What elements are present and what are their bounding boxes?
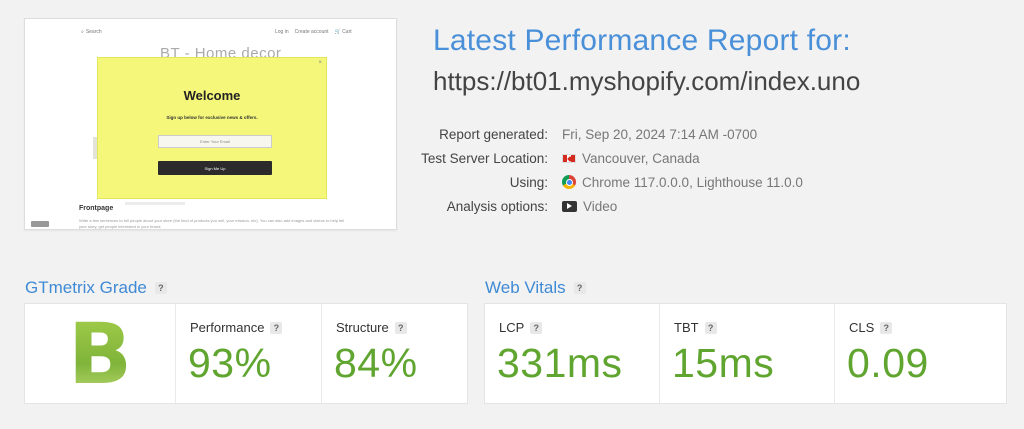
thumbnail-divider bbox=[125, 202, 185, 205]
help-icon[interactable]: ? bbox=[573, 282, 586, 294]
browser-version: Chrome 117.0.0.0, Lighthouse 11.0.0 bbox=[582, 174, 803, 190]
report-url[interactable]: https://bt01.myshopify.com/index.uno bbox=[433, 66, 860, 97]
help-icon[interactable]: ? bbox=[530, 321, 543, 334]
popup-email-input: Enter Your Email bbox=[158, 135, 272, 148]
performance-score: 93% bbox=[188, 340, 272, 386]
thumbnail-cart-label: Cart bbox=[342, 29, 352, 35]
metric-label: Performance ? bbox=[190, 320, 283, 335]
cls-cell: CLS ? 0.09 bbox=[834, 304, 1007, 403]
meta-value: Chrome 117.0.0.0, Lighthouse 11.0.0 bbox=[562, 175, 803, 190]
frontpage-text: Write a few sentences to tell people abo… bbox=[79, 218, 345, 229]
lcp-label: LCP bbox=[499, 320, 525, 335]
report-date: Fri, Sep 20, 2024 7:14 AM -0700 bbox=[562, 126, 758, 142]
popup-signup-button: Sign Me Up bbox=[158, 161, 272, 175]
thumbnail-login-link: Log in bbox=[275, 29, 289, 35]
lcp-value: 331ms bbox=[497, 340, 623, 386]
popup-subtitle: Sign up below for exclusive news & offer… bbox=[166, 115, 258, 120]
structure-cell: Structure ? 84% bbox=[321, 304, 468, 403]
metric-label: Structure ? bbox=[336, 320, 407, 335]
meta-row-location: Test Server Location: Vancouver, Canada bbox=[420, 146, 920, 170]
meta-key: Test Server Location: bbox=[421, 150, 548, 166]
performance-label: Performance bbox=[190, 320, 265, 335]
metric-label: LCP ? bbox=[499, 320, 543, 335]
cart-icon: 🛒 bbox=[334, 29, 341, 35]
gtmetrix-grade-card: B Performance ? 93% Structure ? 84% bbox=[24, 303, 468, 404]
section-title: Web Vitals bbox=[485, 278, 566, 297]
meta-row-generated: Report generated: Fri, Sep 20, 2024 7:14… bbox=[420, 122, 920, 146]
meta-value: Fri, Sep 20, 2024 7:14 AM -0700 bbox=[562, 127, 757, 142]
thumbnail-create-account-link: Create account bbox=[294, 29, 329, 35]
grade-letter: B bbox=[25, 304, 175, 403]
structure-score: 84% bbox=[334, 340, 418, 386]
gtmetrix-grade-heading: GTmetrix Grade ? bbox=[25, 278, 167, 298]
thumbnail-header: ⌕ Search Log in Create account 🛒 Cart bbox=[25, 27, 396, 37]
report-meta: Report generated: Fri, Sep 20, 2024 7:14… bbox=[420, 122, 920, 218]
page-screenshot-thumbnail[interactable]: ⌕ Search Log in Create account 🛒 Cart BT… bbox=[24, 18, 397, 230]
meta-key: Analysis options: bbox=[446, 198, 548, 214]
popup-title: Welcome bbox=[183, 88, 241, 103]
grade-cell: B bbox=[25, 304, 175, 403]
thumbnail-badge bbox=[31, 221, 49, 227]
meta-value: Vancouver, Canada bbox=[562, 151, 700, 166]
help-icon[interactable]: ? bbox=[704, 321, 717, 334]
meta-row-using: Using: Chrome 117.0.0.0, Lighthouse 11.0… bbox=[420, 170, 920, 194]
server-location: Vancouver, Canada bbox=[582, 150, 700, 166]
report-title: Latest Performance Report for: bbox=[433, 24, 851, 57]
close-icon: × bbox=[318, 60, 322, 66]
web-vitals-heading: Web Vitals ? bbox=[485, 278, 586, 298]
web-vitals-card: LCP ? 331ms TBT ? 15ms CLS ? 0.09 bbox=[484, 303, 1007, 404]
meta-key: Using: bbox=[509, 174, 548, 190]
search-icon: ⌕ bbox=[81, 29, 84, 35]
newsletter-popup: × Welcome Sign up below for exclusive ne… bbox=[97, 57, 327, 199]
meta-key: Report generated: bbox=[439, 126, 548, 142]
tbt-label: TBT bbox=[674, 320, 699, 335]
meta-row-analysis: Analysis options: Video bbox=[420, 194, 920, 218]
tbt-value: 15ms bbox=[672, 340, 775, 386]
help-icon[interactable]: ? bbox=[880, 321, 893, 334]
metric-label: CLS ? bbox=[849, 320, 893, 335]
thumbnail-header-links: Log in Create account 🛒 Cart bbox=[275, 29, 352, 35]
chrome-icon bbox=[562, 175, 576, 189]
cls-value: 0.09 bbox=[847, 340, 929, 386]
meta-value: Video bbox=[562, 199, 617, 214]
help-icon[interactable]: ? bbox=[270, 321, 283, 334]
help-icon[interactable]: ? bbox=[394, 321, 407, 334]
video-icon bbox=[562, 200, 577, 212]
thumbnail-cart: 🛒 Cart bbox=[335, 29, 352, 35]
thumbnail-search: ⌕ Search bbox=[81, 29, 102, 35]
frontpage-heading: Frontpage bbox=[79, 205, 114, 212]
help-icon[interactable]: ? bbox=[154, 282, 167, 294]
structure-label: Structure bbox=[336, 320, 389, 335]
tbt-cell: TBT ? 15ms bbox=[659, 304, 834, 403]
canada-flag-icon bbox=[562, 153, 576, 163]
lcp-cell: LCP ? 331ms bbox=[485, 304, 659, 403]
cls-label: CLS bbox=[849, 320, 875, 335]
metric-label: TBT ? bbox=[674, 320, 717, 335]
section-title: GTmetrix Grade bbox=[25, 278, 147, 297]
thumbnail-search-label: Search bbox=[85, 29, 102, 35]
performance-cell: Performance ? 93% bbox=[175, 304, 321, 403]
analysis-option: Video bbox=[583, 198, 618, 214]
